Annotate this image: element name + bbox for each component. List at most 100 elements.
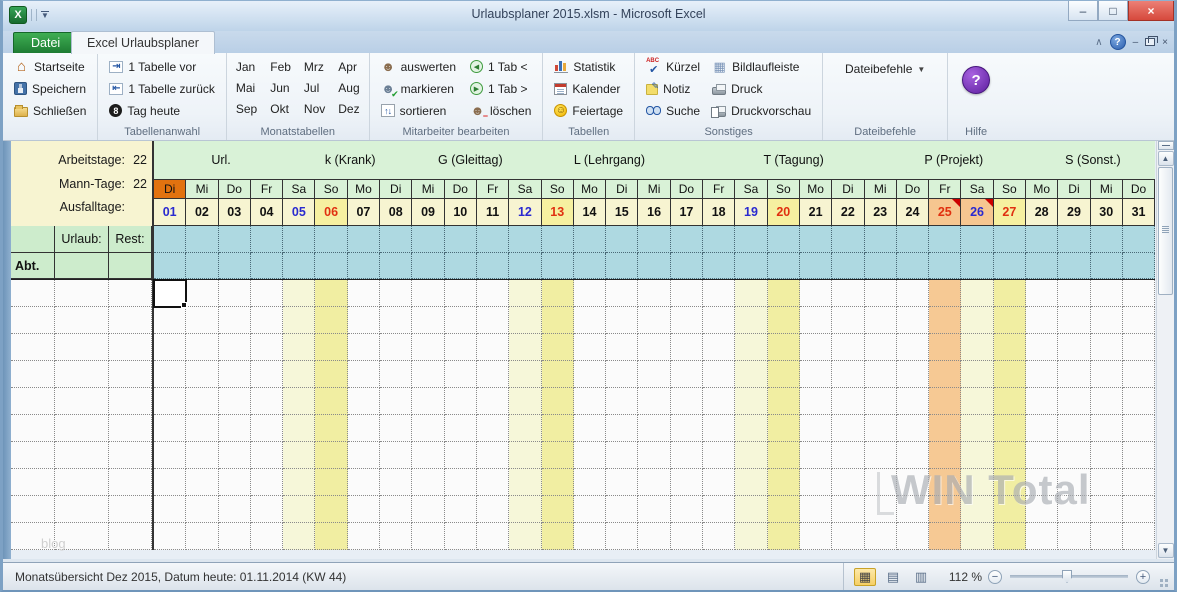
grid-cell[interactable] [55,523,109,550]
grid-cell[interactable] [219,442,251,469]
grid-cell[interactable] [671,442,703,469]
grid-cell[interactable] [477,280,509,307]
grid-cell[interactable] [251,388,283,415]
grid-cell[interactable] [11,388,55,415]
grid-cell[interactable] [315,469,347,496]
notiz-button[interactable]: Notiz [644,80,702,97]
doc-close-icon[interactable]: × [1162,37,1168,48]
grid-cell[interactable] [897,334,929,361]
blue-cell[interactable] [800,226,832,253]
tab-datei[interactable]: Datei [13,32,78,53]
grid-cell[interactable] [574,415,606,442]
grid-cell[interactable] [1091,361,1123,388]
grid-cell[interactable] [380,280,412,307]
day-name-cell[interactable]: Mi [412,180,444,198]
grid-cell[interactable] [11,415,55,442]
grid-cell[interactable] [154,388,186,415]
grid-cell[interactable] [606,361,638,388]
grid-cell[interactable] [671,280,703,307]
grid-cell[interactable] [412,442,444,469]
grid-cell[interactable] [638,280,670,307]
grid-cell[interactable] [445,361,477,388]
grid-cell[interactable] [865,415,897,442]
blue-cell[interactable] [348,253,380,279]
grid-cell[interactable] [961,442,993,469]
grid-cell[interactable] [251,523,283,550]
grid-cell[interactable] [897,469,929,496]
grid-cell[interactable] [1026,523,1058,550]
grid-cell[interactable] [283,388,315,415]
grid-cell[interactable] [348,469,380,496]
abt-rest-cell[interactable] [109,253,152,279]
minimize-button[interactable]: – [1068,1,1098,21]
grid-cell[interactable] [800,523,832,550]
blue-cell[interactable] [219,226,251,253]
blue-cell[interactable] [445,253,477,279]
day-name-cell[interactable]: Mi [638,180,670,198]
blue-cell[interactable] [1091,253,1123,279]
grid-cell[interactable] [832,469,864,496]
grid-cell[interactable] [832,361,864,388]
grid-cell[interactable] [283,469,315,496]
grid-cell[interactable] [509,307,541,334]
grid-cell[interactable] [606,334,638,361]
blue-cell[interactable] [574,226,606,253]
grid-cell[interactable] [1091,334,1123,361]
day-name-cell[interactable]: Fr [703,180,735,198]
grid-cell[interactable] [703,496,735,523]
month-button-aug[interactable]: Aug [338,81,359,95]
grid-cell[interactable] [219,415,251,442]
day-number-cell[interactable]: 11 [477,199,509,225]
blue-cell[interactable] [638,226,670,253]
grid-cell[interactable] [703,388,735,415]
blue-cell[interactable] [832,226,864,253]
grid-cell[interactable] [109,523,152,550]
grid-cell[interactable] [154,415,186,442]
blue-cell[interactable] [671,226,703,253]
month-button-jul[interactable]: Jul [304,81,325,95]
grid-cell[interactable] [477,523,509,550]
grid-cell[interactable] [606,307,638,334]
day-number-cell[interactable]: 28 [1026,199,1058,225]
grid-cell[interactable] [1058,523,1090,550]
grid-cell[interactable] [55,361,109,388]
grid-cell[interactable] [315,496,347,523]
page-break-view-button[interactable]: ▥ [910,568,932,586]
blue-cell[interactable] [251,253,283,279]
grid-cell[interactable] [897,496,929,523]
grid-cell[interactable] [897,388,929,415]
grid-cell[interactable] [251,469,283,496]
blue-cell[interactable] [412,253,444,279]
grid-cell[interactable] [315,388,347,415]
grid-cell[interactable] [638,388,670,415]
tab-links-button[interactable]: 1 Tab < [468,58,533,75]
tag-heute-button[interactable]: Tag heute [107,102,217,119]
grid-cell[interactable] [445,442,477,469]
day-name-cell[interactable]: Do [671,180,703,198]
grid-cell[interactable] [445,415,477,442]
day-name-cell[interactable]: Mo [574,180,606,198]
month-button-jun[interactable]: Jun [270,81,291,95]
grid-cell[interactable] [865,334,897,361]
grid-cell[interactable] [832,442,864,469]
grid-cell[interactable] [477,496,509,523]
grid-cell[interactable] [703,469,735,496]
grid-cell[interactable] [1123,361,1155,388]
grid-cell[interactable] [638,442,670,469]
corner-cell[interactable] [11,226,55,253]
zoom-out-button[interactable]: − [988,570,1002,584]
grid-cell[interactable] [865,307,897,334]
grid-cell[interactable] [638,415,670,442]
grid-cell[interactable] [186,334,218,361]
grid-cell[interactable] [768,280,800,307]
day-number-cell[interactable]: 24 [897,199,929,225]
grid-cell[interactable] [509,415,541,442]
grid-cell[interactable] [961,496,993,523]
grid-cell[interactable] [671,415,703,442]
grid-cell[interactable] [348,361,380,388]
tab-excel-urlaubsplaner[interactable]: Excel Urlaubsplaner [71,31,215,54]
grid-cell[interactable] [542,523,574,550]
grid-cell[interactable] [315,361,347,388]
grid-cell[interactable] [703,523,735,550]
blue-cell[interactable] [606,253,638,279]
